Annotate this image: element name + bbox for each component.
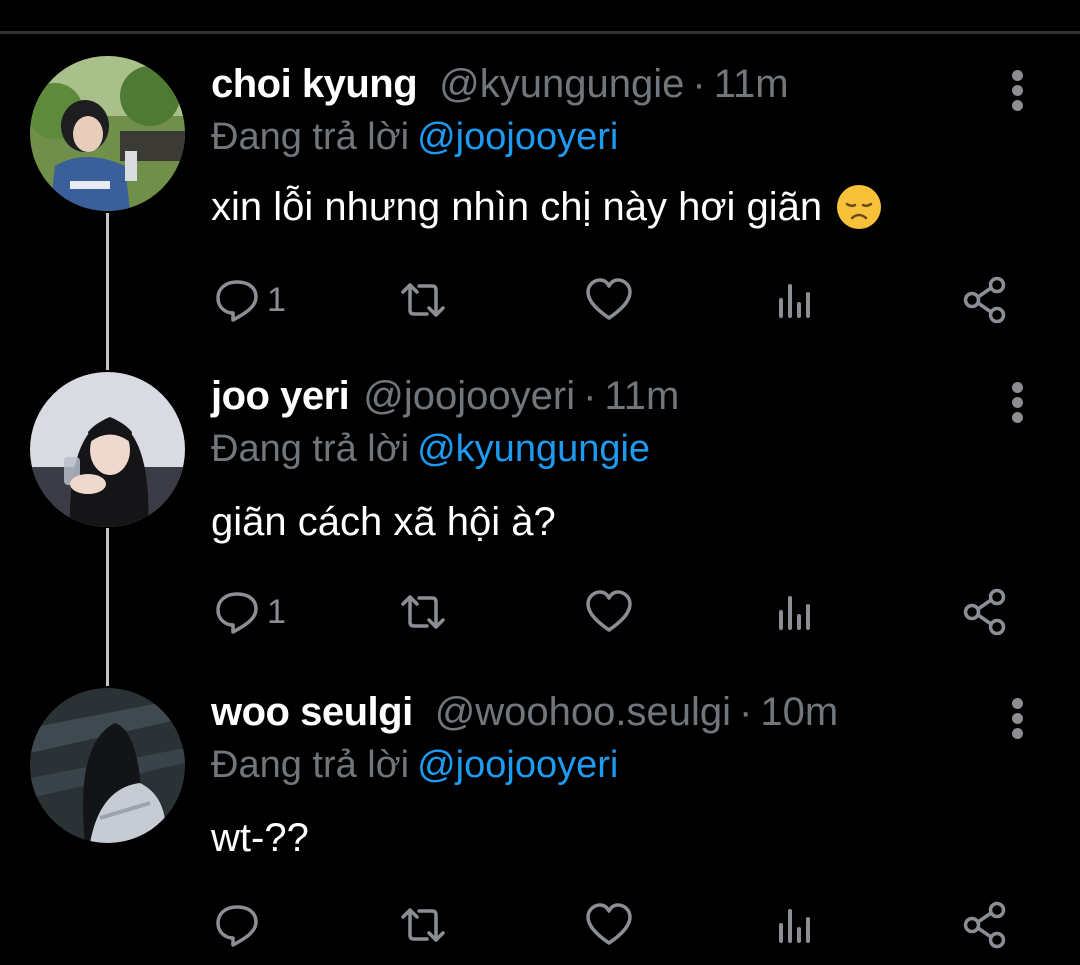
tweet-text-content: giãn cách xã hội à? xyxy=(211,500,556,544)
reply-button[interactable] xyxy=(211,895,263,955)
view-analytics-button[interactable] xyxy=(769,270,821,330)
action-bar xyxy=(211,895,1011,955)
view-analytics-button[interactable] xyxy=(769,895,821,955)
retweet-icon xyxy=(401,283,445,317)
avatar-image xyxy=(30,688,185,843)
tweet-text: giãn cách xã hội à? xyxy=(211,500,556,545)
reply-button[interactable]: 1 xyxy=(211,270,286,330)
timestamp[interactable]: 11m xyxy=(714,62,789,107)
tweet[interactable]: joo yeri @joojooyeri · 11m Đang trả lời @… xyxy=(0,372,1080,674)
user-handle[interactable]: @joojooyeri xyxy=(363,374,575,419)
share-button[interactable] xyxy=(959,270,1011,330)
display-name[interactable]: woo seulgi xyxy=(211,690,413,735)
separator-dot: · xyxy=(692,62,706,106)
like-button[interactable] xyxy=(583,895,635,955)
heart-icon xyxy=(586,278,632,320)
reply-thread: choi kyung @kyungungie · 11m Đang trả lờ… xyxy=(0,0,1080,965)
view-analytics-button[interactable] xyxy=(769,582,821,642)
reply-icon xyxy=(216,280,258,322)
avatar[interactable] xyxy=(30,372,185,527)
replying-label: Đang trả lời xyxy=(211,116,410,158)
top-divider xyxy=(0,31,1080,34)
more-options-icon[interactable] xyxy=(1004,70,1030,116)
user-handle[interactable]: @woohoo.seulgi xyxy=(435,690,731,735)
replying-label: Đang trả lời xyxy=(211,428,410,470)
heart-icon xyxy=(586,903,632,945)
replying-to-line: Đang trả lời @kyungungie xyxy=(211,428,650,471)
reply-icon xyxy=(216,905,258,947)
more-options-icon[interactable] xyxy=(1004,698,1030,744)
tweet[interactable]: choi kyung @kyungungie · 11m Đang trả lờ… xyxy=(0,56,1080,362)
timestamp[interactable]: 11m xyxy=(604,374,679,419)
mention-link[interactable]: @joojooyeri xyxy=(417,744,618,786)
action-bar: 1 xyxy=(211,270,1011,330)
avatar[interactable] xyxy=(30,56,185,211)
tweet-text-content: wt-?? xyxy=(211,816,309,860)
retweet-icon xyxy=(401,908,445,942)
avatar-image xyxy=(30,372,185,527)
display-name[interactable]: choi kyung xyxy=(211,62,418,107)
retweet-button[interactable] xyxy=(397,582,449,642)
tweet-header: joo yeri @joojooyeri · 11m xyxy=(211,374,679,430)
separator-dot: · xyxy=(739,690,753,734)
separator-dot: · xyxy=(583,374,597,418)
tweet-text: wt-?? xyxy=(211,816,309,861)
share-icon xyxy=(963,588,1006,636)
reply-button[interactable]: 1 xyxy=(211,582,286,642)
timestamp[interactable]: 10m xyxy=(760,690,838,735)
replying-to-line: Đang trả lời @joojooyeri xyxy=(211,744,618,787)
analytics-icon xyxy=(779,909,810,943)
analytics-icon xyxy=(779,284,810,318)
reply-count: 1 xyxy=(267,280,286,319)
heart-icon xyxy=(586,590,632,632)
display-name[interactable]: joo yeri xyxy=(211,374,350,419)
retweet-button[interactable] xyxy=(397,895,449,955)
tweet[interactable]: woo seulgi @woohoo.seulgi · 10m Đang trả… xyxy=(0,688,1080,965)
share-button[interactable] xyxy=(959,582,1011,642)
replying-to-line: Đang trả lời @joojooyeri xyxy=(211,116,618,159)
share-icon xyxy=(963,276,1006,324)
action-bar: 1 xyxy=(211,582,1011,642)
disappointed-face-icon xyxy=(837,185,882,229)
tweet-text: xin lỗi nhưng nhìn chị này hơi giãn xyxy=(211,184,882,230)
replying-label: Đang trả lời xyxy=(211,744,410,786)
mention-link[interactable]: @kyungungie xyxy=(417,428,650,470)
user-handle[interactable]: @kyungungie xyxy=(439,62,684,107)
avatar-image xyxy=(30,56,185,211)
reply-count: 1 xyxy=(267,592,286,631)
share-icon xyxy=(963,901,1006,949)
analytics-icon xyxy=(779,596,810,630)
retweet-icon xyxy=(401,595,445,629)
more-options-icon[interactable] xyxy=(1004,382,1030,428)
reply-icon xyxy=(216,592,258,634)
mention-link[interactable]: @joojooyeri xyxy=(417,116,618,158)
like-button[interactable] xyxy=(583,270,635,330)
like-button[interactable] xyxy=(583,582,635,642)
retweet-button[interactable] xyxy=(397,270,449,330)
tweet-header: woo seulgi @woohoo.seulgi · 10m xyxy=(211,690,838,746)
tweet-text-content: xin lỗi nhưng nhìn chị này hơi giãn xyxy=(211,184,823,229)
tweet-header: choi kyung @kyungungie · 11m xyxy=(211,62,789,118)
share-button[interactable] xyxy=(959,895,1011,955)
avatar[interactable] xyxy=(30,688,185,843)
